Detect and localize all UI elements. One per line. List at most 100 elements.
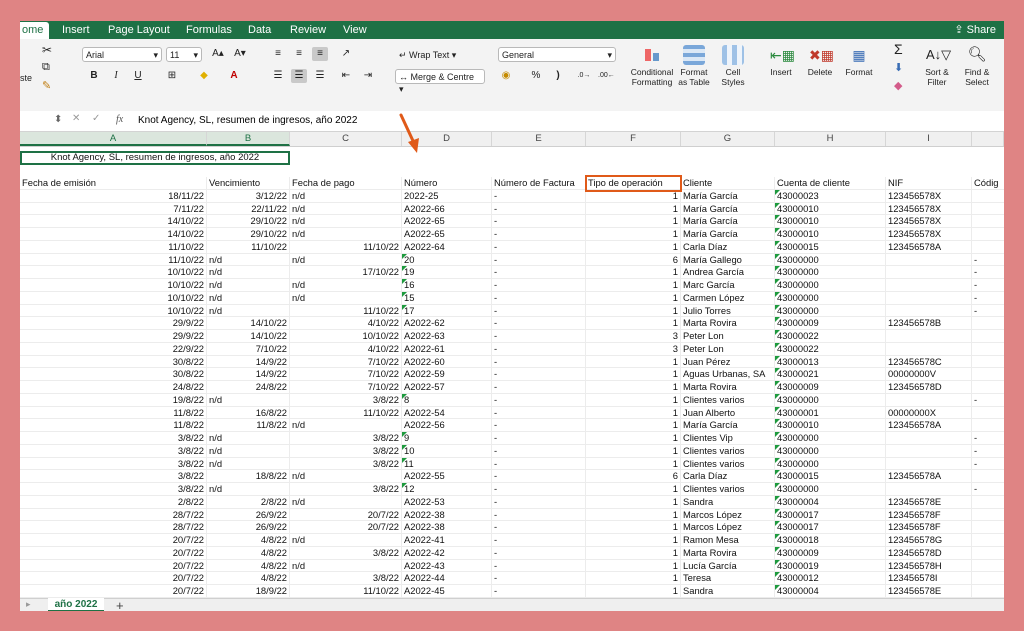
table-cell[interactable]: - bbox=[972, 483, 1004, 496]
table-cell[interactable]: A2022-66 bbox=[402, 202, 492, 216]
table-cell[interactable]: n/d bbox=[290, 419, 402, 432]
table-cell[interactable]: 2/8/22 bbox=[20, 495, 207, 509]
table-cell[interactable]: Ramon Mesa bbox=[681, 534, 775, 547]
add-sheet-button[interactable]: + bbox=[116, 598, 124, 611]
table-cell[interactable]: 1 bbox=[586, 228, 681, 241]
table-cell[interactable]: 20/7/22 bbox=[20, 546, 207, 560]
table-cell[interactable]: 20 bbox=[402, 253, 492, 267]
table-cell[interactable]: 7/10/22 bbox=[290, 355, 402, 369]
table-cell[interactable]: n/d bbox=[290, 279, 402, 292]
paste-label[interactable]: ste bbox=[20, 73, 32, 83]
table-cell[interactable]: n/d bbox=[290, 495, 402, 509]
table-cell[interactable]: 43000009 bbox=[775, 381, 886, 394]
table-cell[interactable]: 43000001 bbox=[775, 406, 886, 420]
table-cell[interactable]: 123456578X bbox=[886, 228, 972, 241]
table-cell[interactable]: 43000017 bbox=[775, 508, 886, 522]
align-top-icon[interactable]: ≡ bbox=[270, 47, 286, 61]
table-cell[interactable]: 1 bbox=[586, 534, 681, 547]
table-cell[interactable]: 20/7/22 bbox=[290, 521, 402, 534]
table-cell[interactable]: 26/9/22 bbox=[207, 521, 290, 534]
header-cell[interactable]: NIF bbox=[886, 177, 972, 190]
table-cell[interactable]: María García bbox=[681, 419, 775, 432]
table-cell[interactable]: 43000015 bbox=[775, 470, 886, 483]
table-cell[interactable]: 43000012 bbox=[775, 572, 886, 585]
tab-data[interactable]: Data bbox=[248, 24, 271, 36]
table-cell[interactable]: 43000023 bbox=[775, 189, 886, 203]
table-cell[interactable]: n/d bbox=[290, 291, 402, 305]
table-cell[interactable]: 1 bbox=[586, 355, 681, 369]
table-cell[interactable]: 18/11/22 bbox=[20, 189, 207, 203]
table-cell[interactable]: 28/7/22 bbox=[20, 521, 207, 534]
table-cell[interactable]: n/d bbox=[290, 253, 402, 267]
wrap-text-button[interactable]: ↵ Wrap Text ▾ bbox=[395, 47, 485, 62]
table-cell[interactable]: 123456578F bbox=[886, 521, 972, 534]
table-cell[interactable]: 123456578H bbox=[886, 559, 972, 573]
table-cell[interactable]: Peter Lon bbox=[681, 330, 775, 343]
table-cell[interactable]: 2022-25 bbox=[402, 189, 492, 203]
table-cell[interactable]: - bbox=[492, 215, 586, 228]
column-header-next[interactable] bbox=[972, 132, 1004, 146]
table-cell[interactable]: - bbox=[972, 432, 1004, 445]
table-cell[interactable]: - bbox=[492, 495, 586, 509]
table-cell[interactable]: Marta Rovira bbox=[681, 381, 775, 394]
table-cell[interactable]: - bbox=[492, 279, 586, 292]
table-cell[interactable]: - bbox=[492, 546, 586, 560]
table-cell[interactable]: Andrea García bbox=[681, 266, 775, 279]
table-cell[interactable] bbox=[972, 407, 1004, 420]
table-cell[interactable]: 1 bbox=[586, 393, 681, 407]
format-cells-button[interactable]: ▦ Format bbox=[842, 45, 876, 77]
table-cell[interactable]: 1 bbox=[586, 304, 681, 318]
table-cell[interactable]: Sandra bbox=[681, 495, 775, 509]
table-cell[interactable]: A2022-53 bbox=[402, 495, 492, 509]
cut-icon[interactable]: ✂ bbox=[42, 43, 52, 57]
table-cell[interactable]: 4/8/22 bbox=[207, 559, 290, 573]
column-header-h[interactable]: H bbox=[775, 132, 886, 146]
table-cell[interactable]: María García bbox=[681, 202, 775, 216]
table-cell[interactable]: n/d bbox=[290, 534, 402, 547]
table-cell[interactable]: 3/8/22 bbox=[290, 457, 402, 471]
table-cell[interactable]: n/d bbox=[207, 483, 290, 496]
table-cell[interactable] bbox=[886, 266, 972, 279]
table-cell[interactable]: 16 bbox=[402, 279, 492, 292]
table-cell[interactable] bbox=[886, 279, 972, 292]
table-cell[interactable]: 123456578D bbox=[886, 546, 972, 560]
increase-indent-icon[interactable]: ⇥ bbox=[360, 69, 376, 83]
tab-home[interactable]: ome bbox=[20, 22, 50, 39]
table-cell[interactable]: A2022-45 bbox=[402, 585, 492, 598]
table-cell[interactable] bbox=[972, 560, 1004, 573]
table-cell[interactable] bbox=[972, 585, 1004, 598]
header-cell[interactable]: Códig bbox=[972, 177, 1004, 190]
table-cell[interactable]: 11/10/22 bbox=[290, 406, 402, 420]
cancel-icon[interactable]: ✕ bbox=[72, 113, 80, 124]
align-bottom-icon[interactable]: ≡ bbox=[312, 47, 328, 61]
column-header-f[interactable]: F bbox=[586, 132, 681, 146]
table-cell[interactable]: 43000004 bbox=[775, 585, 886, 598]
table-cell[interactable]: 43000015 bbox=[775, 240, 886, 254]
table-cell[interactable]: 3/8/22 bbox=[290, 393, 402, 407]
table-cell[interactable]: 7/10/22 bbox=[290, 381, 402, 394]
table-cell[interactable]: 7/10/22 bbox=[207, 342, 290, 356]
table-cell[interactable] bbox=[972, 356, 1004, 369]
table-cell[interactable]: 1 bbox=[586, 559, 681, 573]
table-cell[interactable] bbox=[972, 547, 1004, 560]
table-cell[interactable]: 11/10/22 bbox=[290, 240, 402, 254]
table-cell[interactable]: A2022-55 bbox=[402, 470, 492, 483]
table-cell[interactable]: A2022-42 bbox=[402, 546, 492, 560]
table-cell[interactable]: 123456578A bbox=[886, 419, 972, 432]
sort-filter-button[interactable]: A↓▽ Sort & Filter bbox=[918, 45, 956, 87]
table-cell[interactable]: - bbox=[492, 228, 586, 241]
table-cell[interactable]: 43000022 bbox=[775, 330, 886, 343]
font-color-icon[interactable]: A bbox=[226, 69, 242, 83]
table-cell[interactable]: - bbox=[492, 330, 586, 343]
table-cell[interactable]: 3/12/22 bbox=[207, 189, 290, 203]
table-cell[interactable]: 3/8/22 bbox=[290, 444, 402, 458]
table-cell[interactable]: 43000004 bbox=[775, 495, 886, 509]
table-cell[interactable]: 1 bbox=[586, 495, 681, 509]
table-cell[interactable]: n/d bbox=[207, 444, 290, 458]
table-cell[interactable]: 11/8/22 bbox=[207, 419, 290, 432]
table-cell[interactable]: - bbox=[492, 317, 586, 330]
table-cell[interactable] bbox=[972, 190, 1004, 203]
table-cell[interactable]: 10/10/22 bbox=[20, 279, 207, 292]
column-header-e[interactable]: E bbox=[492, 132, 586, 146]
table-cell[interactable]: 00000000V bbox=[886, 368, 972, 381]
